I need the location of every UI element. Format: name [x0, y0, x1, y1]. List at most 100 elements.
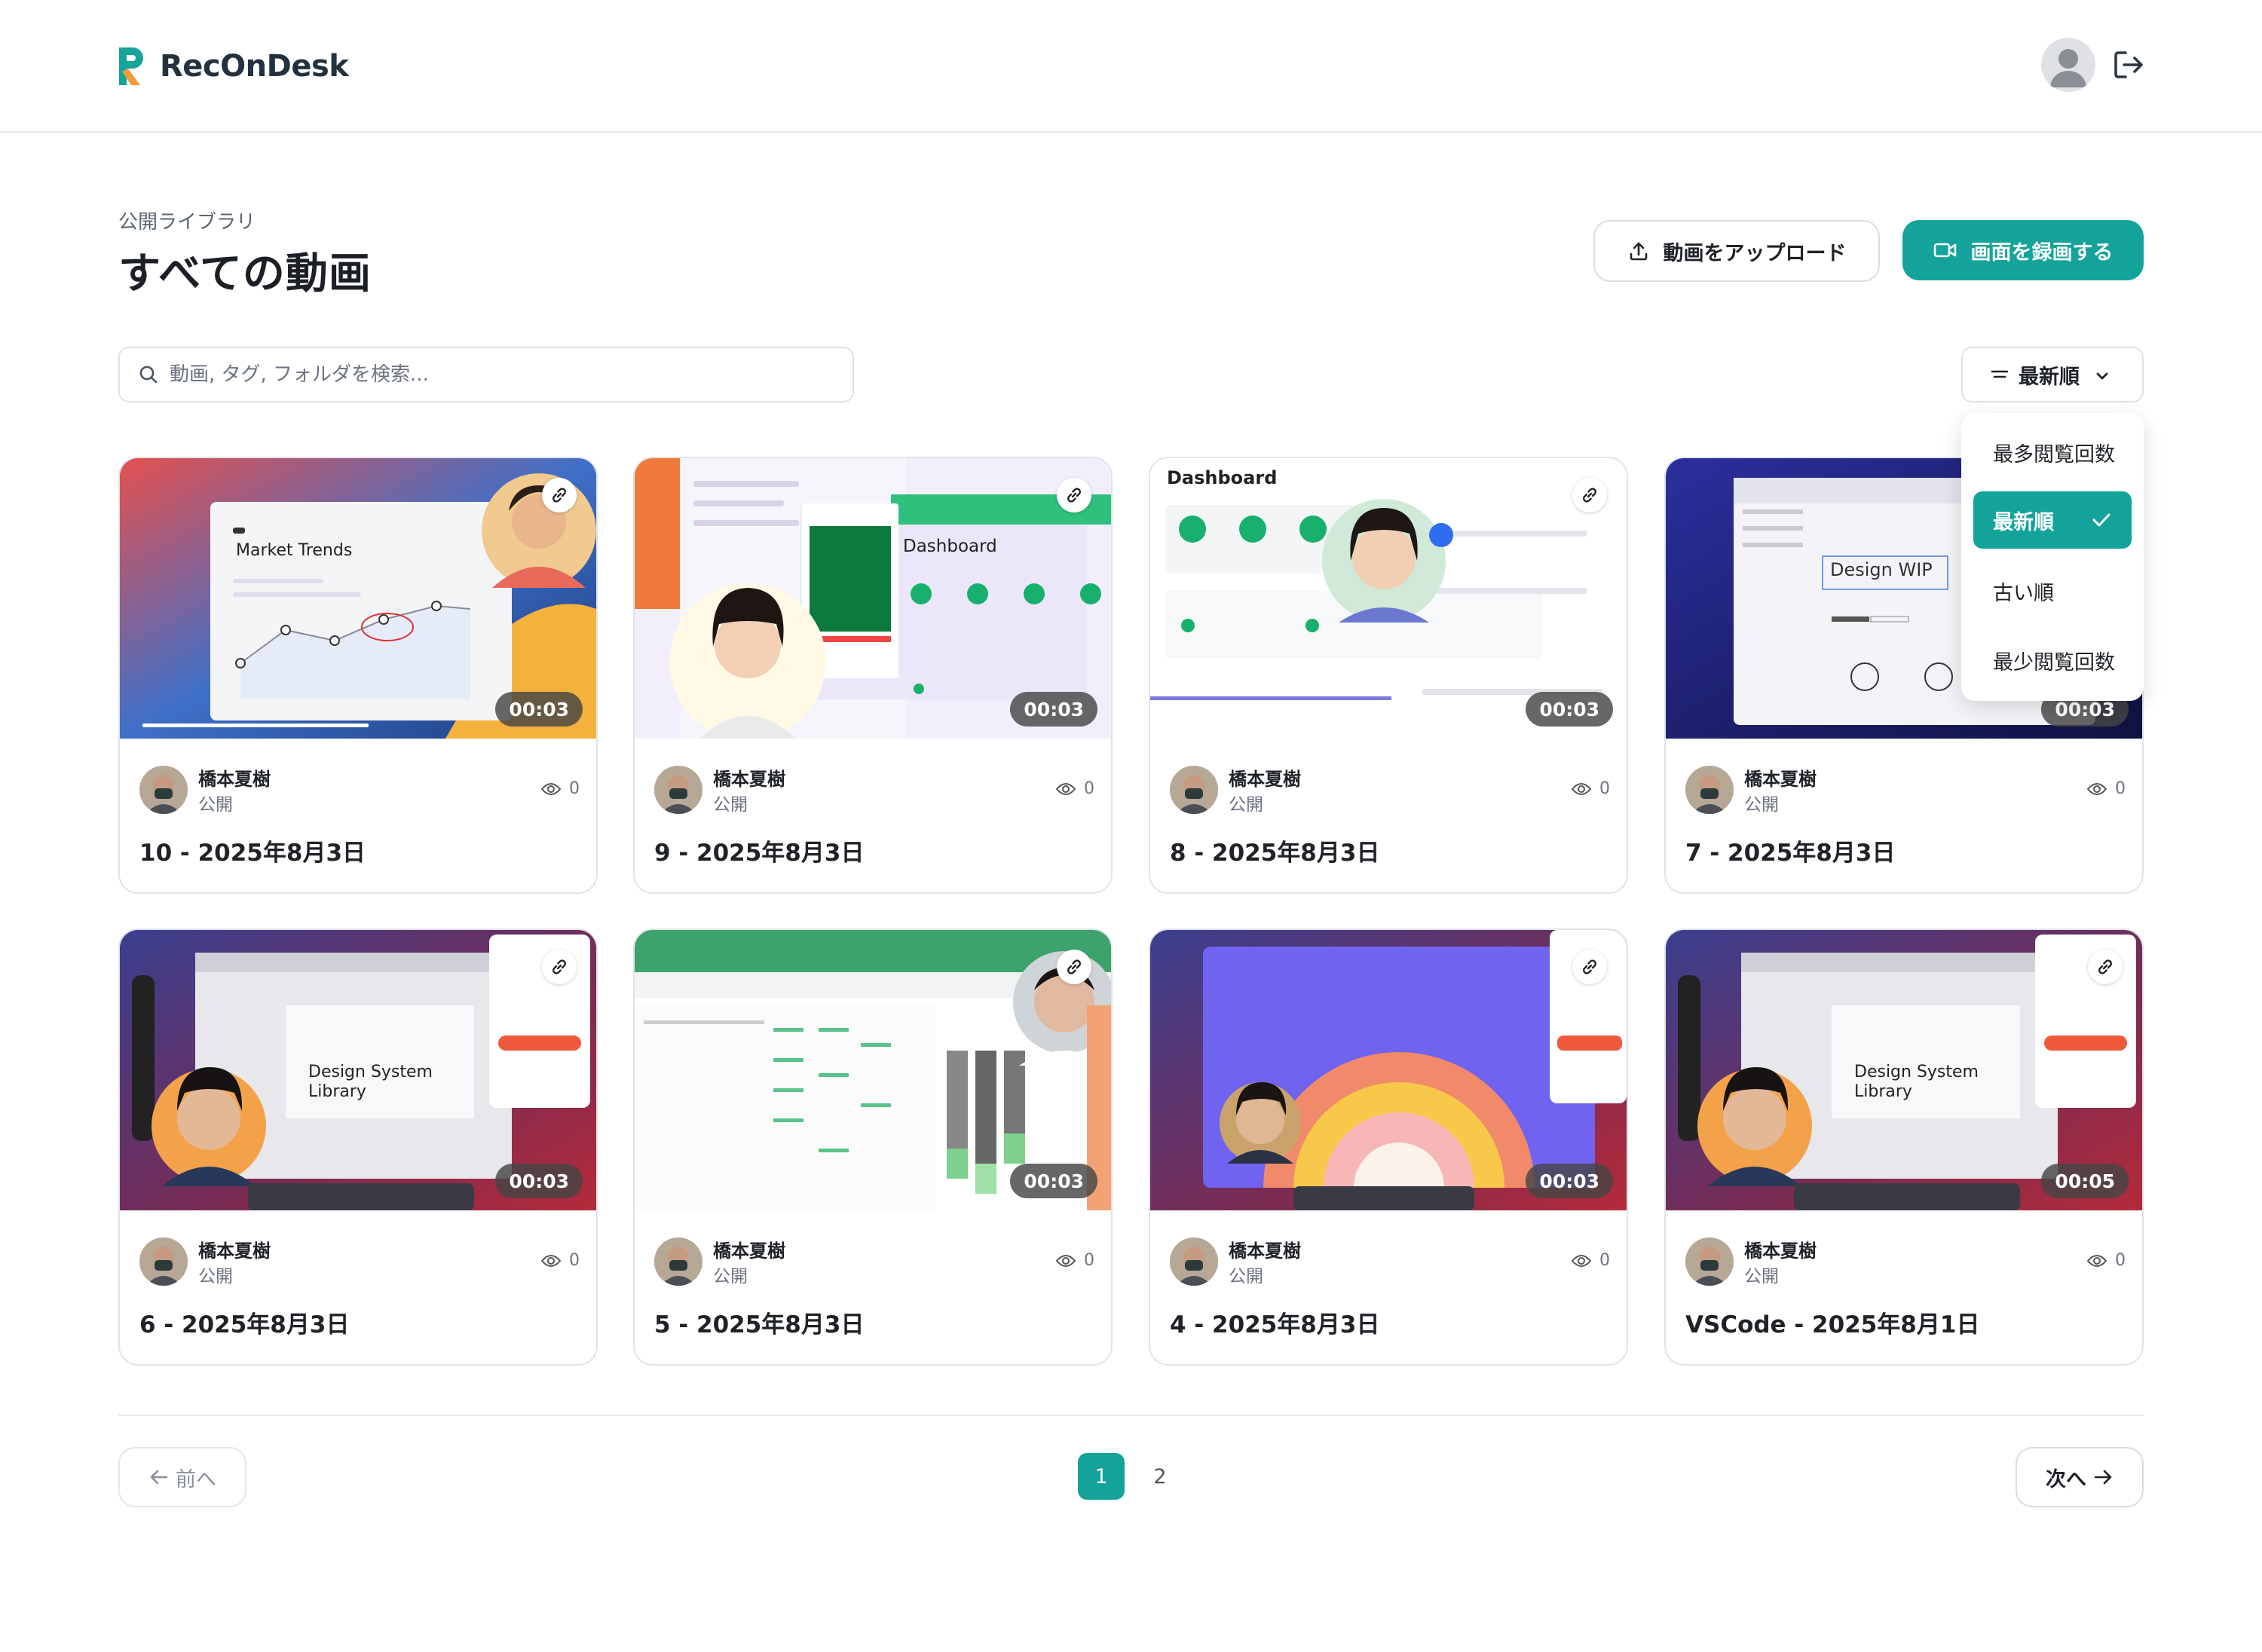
sort-option-oldest[interactable]: 古い順	[1973, 562, 2132, 620]
video-title[interactable]: 7 - 2025年8月3日	[1685, 834, 1895, 867]
logout-icon[interactable]	[2110, 47, 2147, 83]
duration-badge: 00:03	[1526, 1164, 1613, 1198]
video-title[interactable]: 10 - 2025年8月3日	[139, 834, 366, 867]
video-title[interactable]: 5 - 2025年8月3日	[654, 1305, 864, 1339]
copy-link-button[interactable]	[542, 478, 577, 512]
view-count-value: 0	[569, 1251, 580, 1270]
video-title[interactable]: 4 - 2025年8月3日	[1170, 1305, 1379, 1339]
view-count-value: 0	[1084, 1251, 1094, 1270]
duration-badge: 00:03	[495, 1164, 583, 1198]
thumbnail-title: Market Trends	[236, 541, 353, 560]
video-meta: 橋本夏樹 公開 0	[1685, 760, 2126, 820]
search-icon	[139, 366, 158, 384]
sort-option-most-viewed[interactable]: 最多閲覧回数	[1973, 424, 2132, 481]
link-icon	[1583, 959, 1596, 974]
uploader-name: 橋本夏樹	[713, 1241, 785, 1262]
sort-menu: 最多閲覧回数 最新順 古い順 最少閲覧回数	[1961, 413, 2144, 701]
upload-video-button[interactable]: 動画をアップロード	[1593, 220, 1880, 282]
view-count-value: 0	[569, 779, 580, 798]
video-card[interactable]: Market Trends 00:03 橋本夏樹 公開 0 10 - 2025年…	[118, 457, 598, 894]
view-count: 0	[1055, 779, 1094, 798]
next-page-button[interactable]: 次へ	[2016, 1447, 2144, 1507]
sort-option-label: 最新順	[1993, 510, 2054, 534]
video-card[interactable]: Design System Library 00:03 橋本夏樹 公開 0 6 …	[118, 928, 598, 1366]
video-card[interactable]: Design System Library 00:05 橋本夏樹 公開 0 VS…	[1664, 928, 2144, 1366]
video-title[interactable]: 9 - 2025年8月3日	[654, 834, 864, 867]
video-meta: 橋本夏樹 公開 0	[1170, 760, 1610, 820]
sort-current-label: 最新順	[2019, 365, 2080, 389]
user-icon	[2050, 49, 2086, 87]
video-thumbnail[interactable]: Dashboard 00:03	[1150, 458, 1627, 739]
video-card[interactable]: Dashboard 00:03 橋本夏樹 公開 0 9 - 2025年8月3日	[633, 457, 1113, 894]
view-count: 0	[1055, 1251, 1094, 1270]
video-thumbnail[interactable]: Design System Library 00:05	[1666, 930, 2142, 1210]
thumbnail-title: Dashboard	[1167, 467, 1278, 488]
sort-option-least-viewed[interactable]: 最少閲覧回数	[1973, 632, 2132, 689]
video-meta: 橋本夏樹 公開 0	[139, 1231, 580, 1292]
duration-badge: 00:03	[495, 692, 583, 727]
eye-icon	[1055, 782, 1076, 795]
logo-icon	[119, 47, 143, 85]
prev-page-button[interactable]: 前へ	[118, 1447, 246, 1507]
uploader-name: 橋本夏樹	[713, 769, 785, 790]
video-thumbnail[interactable]: 00:03	[1150, 930, 1627, 1210]
uploader-avatar	[1170, 766, 1218, 814]
copy-link-button[interactable]	[1572, 478, 1607, 512]
sort-option-label: 最多閲覧回数	[1993, 442, 2115, 467]
divider	[118, 1415, 2144, 1416]
link-icon	[1067, 959, 1081, 974]
copy-link-button[interactable]	[1057, 478, 1091, 512]
next-page-label: 次へ	[2046, 1467, 2086, 1491]
duration-badge: 00:05	[2041, 1164, 2129, 1198]
visibility-label: 公開	[1229, 795, 1263, 815]
page-title: すべての動画	[118, 249, 372, 298]
record-screen-button[interactable]: 画面を録画する	[1902, 220, 2144, 280]
video-thumbnail[interactable]: Market Trends 00:03	[120, 458, 596, 739]
view-count: 0	[540, 1251, 580, 1270]
page-2-button[interactable]: 2	[1137, 1453, 1183, 1500]
view-count-value: 0	[2115, 779, 2126, 798]
thumbnail-title: Design System Library	[308, 1063, 433, 1101]
video-meta: 橋本夏樹 公開 0	[654, 760, 1094, 820]
arrow-left-icon	[150, 1470, 168, 1485]
video-thumbnail[interactable]: 00:03	[635, 930, 1111, 1210]
sort-option-newest[interactable]: 最新順	[1973, 491, 2132, 549]
video-title[interactable]: 6 - 2025年8月3日	[139, 1305, 349, 1339]
copy-link-button[interactable]	[2088, 950, 2123, 984]
video-title[interactable]: VSCode - 2025年8月1日	[1685, 1305, 1979, 1339]
visibility-label: 公開	[713, 795, 748, 815]
view-count: 0	[1571, 779, 1610, 798]
video-meta: 橋本夏樹 公開 0	[1685, 1231, 2126, 1292]
view-count-value: 0	[1599, 1251, 1610, 1270]
visibility-label: 公開	[713, 1267, 748, 1286]
search-input[interactable]	[170, 363, 818, 386]
top-bar: RecOnDesk	[0, 0, 2262, 133]
video-card[interactable]: 00:03 橋本夏樹 公開 0 4 - 2025年8月3日	[1149, 928, 1628, 1366]
logo[interactable]: RecOnDesk	[115, 44, 349, 89]
upload-video-label: 動画をアップロード	[1663, 241, 1847, 265]
view-count: 0	[1571, 1251, 1610, 1270]
arrow-right-icon	[2094, 1470, 2112, 1485]
link-icon	[1583, 488, 1596, 503]
copy-link-button[interactable]	[1572, 950, 1607, 984]
video-card[interactable]: Dashboard 00:03 橋本夏樹 公開 0 8 - 2025年8月3日	[1149, 457, 1628, 894]
video-thumbnail[interactable]: Dashboard 00:03	[635, 458, 1111, 739]
user-avatar[interactable]	[2041, 38, 2095, 92]
copy-link-button[interactable]	[1057, 950, 1091, 984]
copy-link-button[interactable]	[542, 950, 577, 984]
search-box[interactable]	[118, 347, 854, 402]
video-thumbnail[interactable]: Design System Library 00:03	[120, 930, 596, 1210]
page-1-button[interactable]: 1	[1078, 1453, 1125, 1500]
library-breadcrumb: 公開ライブラリ	[118, 211, 256, 234]
visibility-label: 公開	[198, 795, 233, 815]
video-meta: 橋本夏樹 公開 0	[139, 760, 580, 820]
visibility-label: 公開	[198, 1267, 233, 1286]
uploader-avatar	[139, 1237, 188, 1286]
view-count: 0	[2086, 1251, 2126, 1270]
link-icon	[552, 959, 566, 974]
link-icon	[2098, 959, 2112, 974]
video-title[interactable]: 8 - 2025年8月3日	[1170, 834, 1379, 867]
view-count: 0	[2086, 779, 2126, 798]
sort-dropdown-button[interactable]: 最新順	[1961, 347, 2144, 402]
video-card[interactable]: 00:03 橋本夏樹 公開 0 5 - 2025年8月3日	[633, 928, 1113, 1366]
